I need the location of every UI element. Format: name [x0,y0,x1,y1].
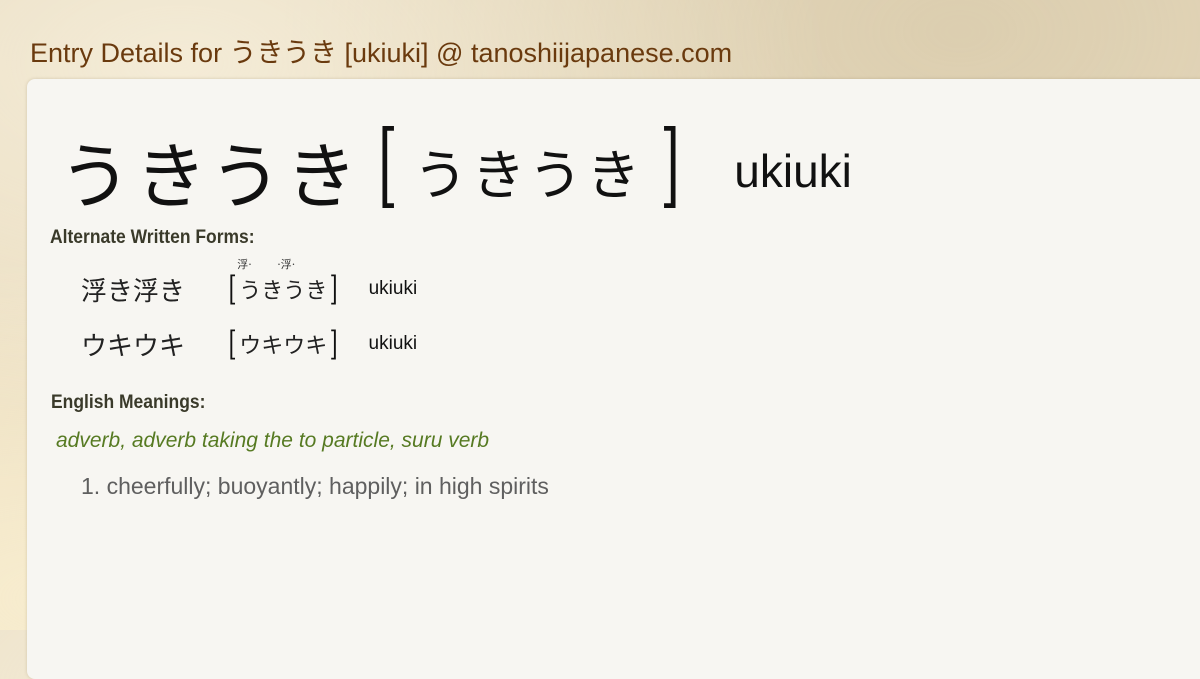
alternate-form-written: 浮き浮き [81,276,186,307]
close-bracket: ] [660,111,681,218]
definition-item: 1. cheerfully; buoyantly; happily; in hi… [81,473,549,499]
page-title: Entry Details for うきうき [ukiuki] @ tanosh… [30,38,733,68]
alternate-form-romaji: ukiuki [368,333,418,354]
main-word: うきうき [59,135,362,219]
entry-panel: うきうき [ うきうき ] ukiuki Alternate Written F… [27,79,1200,679]
close-bracket: ] [329,324,338,364]
main-entry: うきうき [ うきうき ] ukiuki [59,111,852,224]
english-meanings-label: English Meanings: [51,392,206,413]
main-romaji: ukiuki [734,144,852,197]
alternate-form-row: ウキウキ [ ウキウキ ] ukiuki [81,324,417,364]
reading-char: 浮· う [237,258,262,304]
reading-char: き [305,279,328,304]
close-bracket: ] [329,269,338,309]
furigana: ·浮· [277,258,296,271]
alternate-form-reading: ウキウキ [239,334,328,359]
main-reading: うきうき [413,144,645,207]
open-bracket: [ [228,269,237,309]
alternate-form-romaji: ukiuki [368,278,418,299]
alternate-form-reading: 浮· う き ·浮· う き [237,258,328,305]
open-bracket: [ [228,324,237,364]
alternate-forms-label: Alternate Written Forms: [50,227,255,248]
furigana: 浮· [237,258,252,271]
part-of-speech: adverb, adverb taking the to particle, s… [56,429,490,452]
alternate-form-row: 浮き浮き [ 浮· う き ·浮· う き ] ukiuki [81,258,418,309]
open-bracket: [ [377,111,398,218]
reading-char: ·浮· う [277,258,306,304]
reading-char: き [261,279,284,304]
alternate-form-written: ウキウキ [81,331,186,362]
